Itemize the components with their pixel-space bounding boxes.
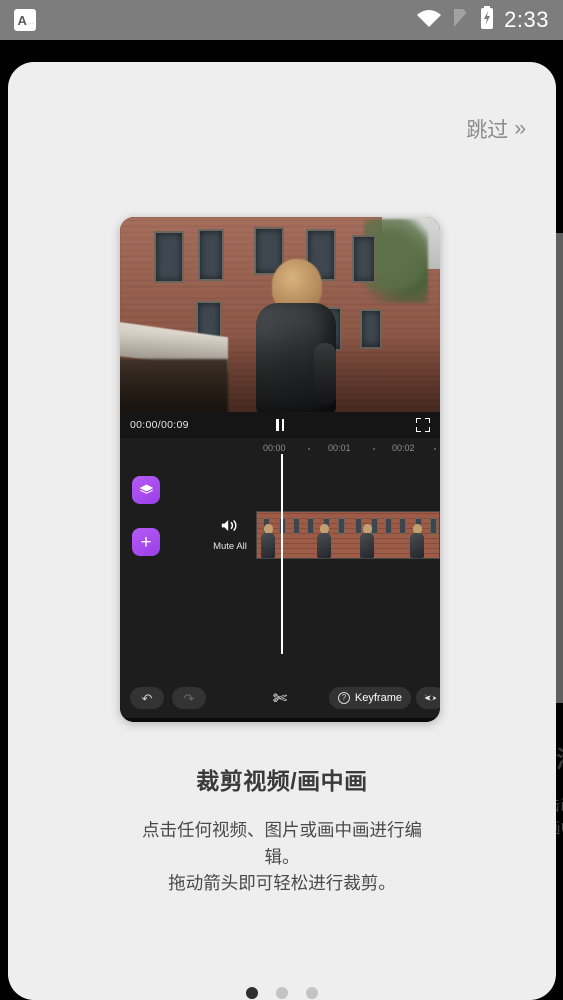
volume-icon	[220, 519, 240, 537]
keyframe-button[interactable]: ? Keyframe	[328, 687, 411, 709]
preview-vignette	[120, 217, 440, 412]
status-bar-indicators: 2:33	[416, 5, 549, 35]
app-screen: A ··· 2:33 跳过 » 00:00/00:09 00:00 00:01 …	[0, 0, 563, 1000]
app-badge-letter: A	[17, 12, 27, 28]
carousel-pager	[8, 987, 556, 999]
undo-glyph: ↶	[141, 690, 153, 706]
ruler-tick-1: 00:01	[328, 443, 351, 453]
pause-icon[interactable]	[276, 419, 284, 431]
player-control-row: 00:00/00:09	[120, 412, 440, 438]
status-bar-clock: 2:33	[504, 7, 549, 32]
ruler-dot-2	[434, 448, 436, 450]
player-time-readout: 00:00/00:09	[130, 419, 189, 431]
skip-button[interactable]: 跳过 »	[466, 114, 526, 144]
filmstrip-frame	[393, 512, 439, 558]
mute-all-label: Mute All	[213, 541, 247, 552]
timeline-playhead[interactable]	[281, 454, 283, 654]
timeline-panel[interactable]: 00:00 00:01 00:02 + Mute All	[120, 438, 440, 678]
no-sim-icon	[452, 7, 470, 34]
onboarding-body-line-1: 点击任何视频、图片或画中画进行编	[142, 820, 422, 840]
skip-label: 跳过	[466, 119, 509, 142]
onboarding-body-line-3: 拖动箭头即可轻松进行裁剪。	[168, 873, 396, 894]
battery-charging-icon	[480, 5, 494, 35]
pager-dot-1[interactable]	[246, 987, 258, 999]
redo-icon[interactable]: ↷	[172, 687, 206, 709]
filmstrip-frame	[302, 512, 348, 558]
double-chevron-right-icon: »	[514, 117, 526, 140]
video-preview[interactable]	[120, 217, 440, 412]
ruler-dot-1	[373, 448, 375, 450]
question-circle-icon: ?	[337, 692, 350, 704]
editor-bottom-nav: Clip + Mixer T Text	[120, 718, 440, 722]
onboarding-title: 裁剪视频/画中画	[196, 768, 368, 794]
mute-all-button[interactable]: Mute All	[200, 518, 260, 552]
fullscreen-icon[interactable]	[416, 418, 430, 432]
editor-tool-row: ↶ ↷ ✄ ? Keyframe	[120, 678, 440, 718]
ruler-tick-0: 00:00	[263, 443, 286, 453]
ruler-tick-2: 00:02	[392, 443, 415, 453]
plus-glyph: +	[140, 531, 152, 553]
layers-icon[interactable]	[132, 476, 160, 504]
filmstrip-frame	[257, 512, 303, 558]
onboarding-body: 点击任何视频、图片或画中画进行编 辑。 拖动箭头即可轻松进行裁剪。	[8, 817, 556, 897]
ruler-dot-0	[308, 448, 310, 450]
scissors-icon[interactable]: ✄	[273, 690, 287, 707]
pager-dot-2[interactable]	[276, 987, 288, 999]
keyframe-label: Keyframe	[354, 692, 402, 704]
status-bar: A ··· 2:33	[0, 0, 563, 40]
undo-icon[interactable]: ↶	[130, 687, 164, 709]
wifi-icon	[416, 8, 442, 33]
keyframe-group: ? Keyframe	[328, 687, 440, 709]
video-clip-filmstrip[interactable]	[256, 511, 440, 559]
onboarding-carousel[interactable]: 添 点击画中画 为画中画添 跳过 »	[0, 40, 563, 1000]
app-badge-icon: A ···	[14, 9, 36, 31]
onboarding-body-line-2: 辑。	[264, 846, 300, 867]
editor-screenshot-mock: 00:00/00:09 00:00 00:01 00:02 + Mute All…	[120, 217, 440, 722]
pager-dot-3[interactable]	[306, 987, 318, 999]
plus-icon[interactable]: +	[132, 528, 160, 556]
timeline-ruler: 00:00 00:01 00:02	[120, 438, 440, 460]
carousel-active-card: 跳过 » 00:00/00:09 00:00 00:01 00:02 + Mut…	[8, 62, 556, 1000]
redo-glyph: ↷	[183, 690, 195, 706]
magic-eye-icon[interactable]	[416, 687, 440, 709]
filmstrip-frame	[348, 512, 394, 558]
